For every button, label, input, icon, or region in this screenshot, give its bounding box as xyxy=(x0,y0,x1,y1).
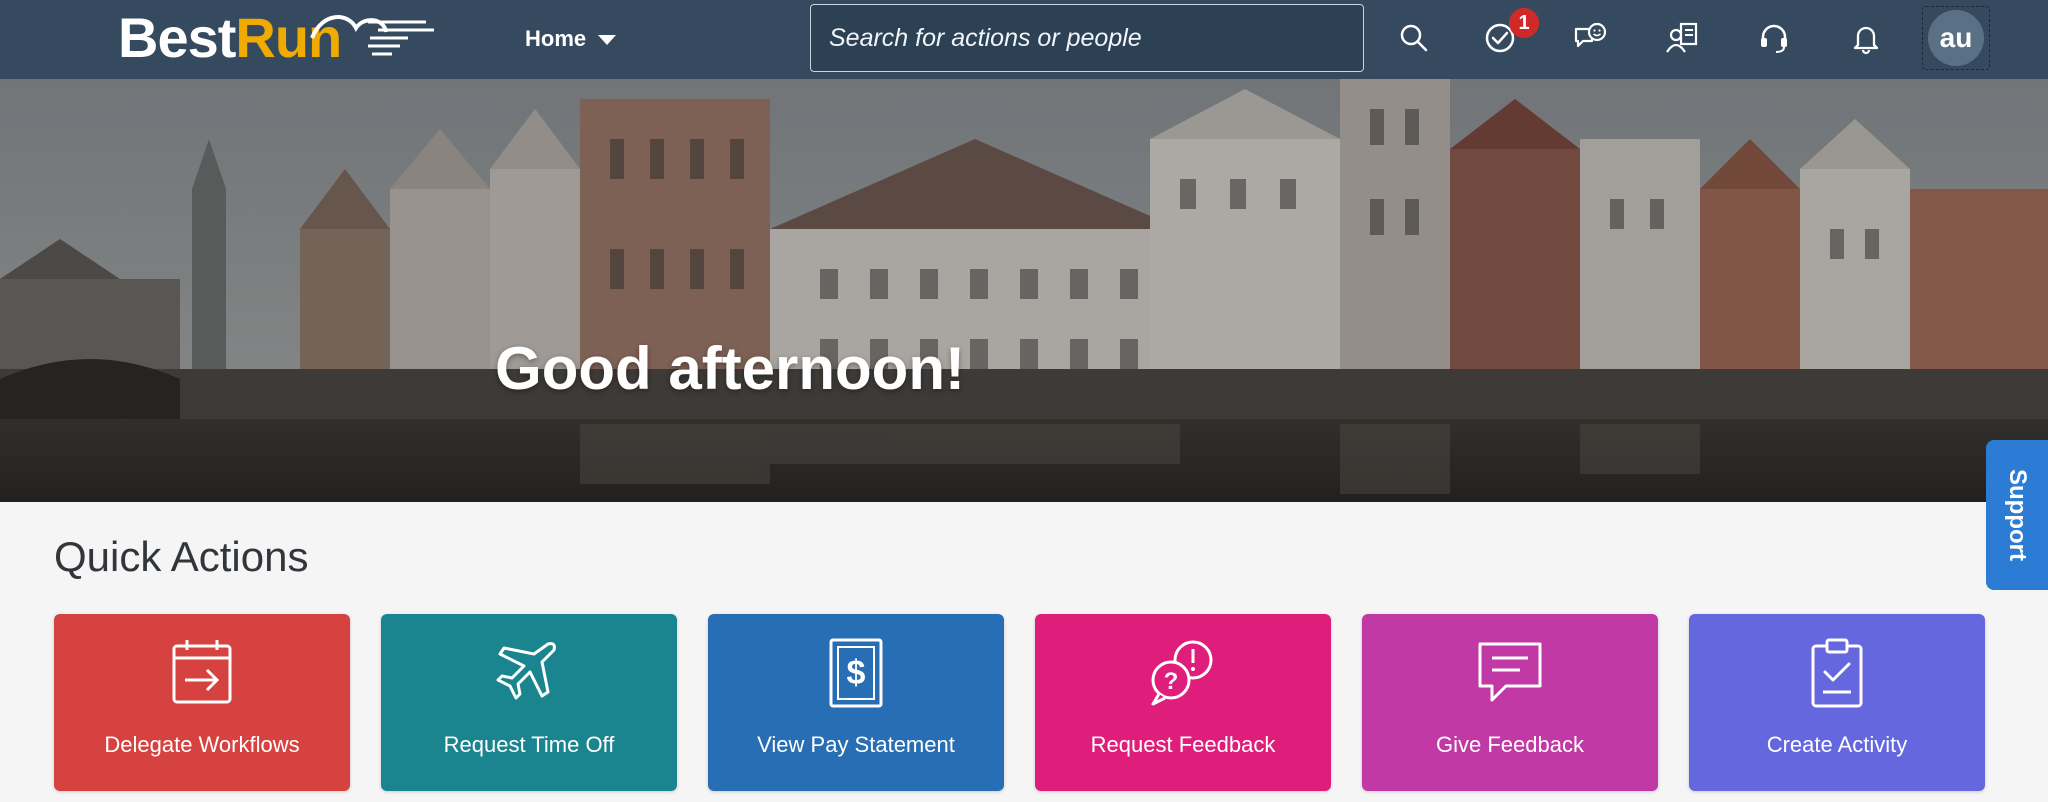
avatar: au xyxy=(1928,10,1984,66)
airplane-icon xyxy=(381,636,677,708)
support-label: Support xyxy=(2004,469,2032,561)
comment-icon xyxy=(1362,636,1658,708)
headset-icon[interactable] xyxy=(1754,18,1794,58)
home-menu-label: Home xyxy=(525,26,587,51)
search-input[interactable] xyxy=(829,23,1363,53)
tile-label: View Pay Statement xyxy=(757,732,955,757)
quick-action-view-pay-statement[interactable]: $ View Pay Statement xyxy=(708,614,1004,791)
svg-text:?: ? xyxy=(1164,668,1179,695)
home-menu-button[interactable]: Home xyxy=(525,22,617,56)
hero-banner: Good afternoon! xyxy=(0,79,2048,502)
canal-houses-image xyxy=(0,79,2048,502)
quick-action-request-feedback[interactable]: ? Request Feedback xyxy=(1035,614,1331,791)
search-icon[interactable] xyxy=(1394,18,1434,58)
pay-statement-icon: $ xyxy=(708,636,1004,710)
feedback-bubbles-icon: ? xyxy=(1035,636,1331,708)
search-field[interactable] xyxy=(810,4,1364,72)
clipboard-check-icon xyxy=(1689,636,1985,710)
svg-text:$: $ xyxy=(847,654,866,692)
bell-icon[interactable] xyxy=(1846,18,1886,58)
tile-label: Delegate Workflows xyxy=(104,732,300,757)
support-tab-button[interactable]: Support xyxy=(1986,440,2048,590)
people-directory-icon[interactable] xyxy=(1662,18,1702,58)
logo-text-best: Best xyxy=(118,6,236,69)
tile-label: Request Time Off xyxy=(443,732,615,757)
notification-count-badge: 1 xyxy=(1509,8,1539,38)
user-avatar-button[interactable]: au xyxy=(1922,6,1990,70)
calendar-arrow-icon xyxy=(54,636,350,708)
chat-smiley-icon[interactable] xyxy=(1570,18,1610,58)
shell-bar: BestRun Home 1 au xyxy=(0,0,2048,79)
logo-swoosh-icon xyxy=(310,15,434,56)
tile-label: Give Feedback xyxy=(1436,732,1584,757)
quick-actions-title: Quick Actions xyxy=(54,533,309,580)
greeting-heading: Good afternoon! xyxy=(495,335,965,402)
quick-action-delegate-workflows[interactable]: Delegate Workflows xyxy=(54,614,350,791)
quick-action-create-activity[interactable]: Create Activity xyxy=(1689,614,1985,791)
quick-action-give-feedback[interactable]: Give Feedback xyxy=(1362,614,1658,791)
bestrun-logo[interactable]: BestRun xyxy=(118,6,434,69)
caret-down-icon xyxy=(598,35,617,45)
tile-label: Create Activity xyxy=(1766,732,1908,757)
quick-action-request-time-off[interactable]: Request Time Off xyxy=(381,614,677,791)
tile-label: Request Feedback xyxy=(1090,732,1276,757)
